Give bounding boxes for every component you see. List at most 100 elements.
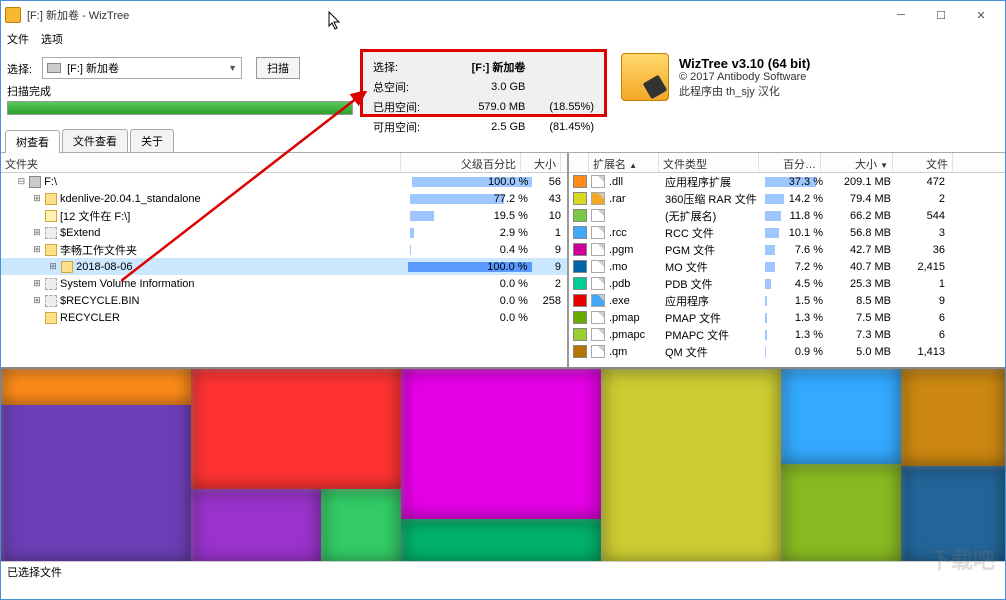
col-ext[interactable]: 扩展名 ▲ xyxy=(589,153,659,172)
treemap-block[interactable] xyxy=(781,464,901,561)
file-icon xyxy=(591,192,605,205)
status-bar: 已选择文件 xyxy=(1,561,1005,581)
extension-row[interactable]: .qmQM 文件0.9 %5.0 MB1,413 xyxy=(569,343,1005,360)
scan-progress xyxy=(7,101,353,115)
tree-row[interactable]: ⊟F:\100.0 %56 xyxy=(1,173,567,190)
product-name: WizTree v3.10 (64 bit) xyxy=(679,56,810,71)
folder-icon xyxy=(45,312,57,324)
expander-icon[interactable]: ⊞ xyxy=(32,244,41,255)
col-size[interactable]: 大小 xyxy=(521,153,561,172)
minimize-button[interactable]: ─ xyxy=(881,4,921,26)
folder-icon xyxy=(45,244,57,256)
folder-icon xyxy=(45,193,57,205)
file-icon xyxy=(591,226,605,239)
col-files[interactable]: 文件 xyxy=(893,153,953,172)
tree-row[interactable]: ⊞2018-08-06100.0 %9 xyxy=(1,258,567,275)
treemap-block[interactable] xyxy=(321,489,401,561)
tab-about[interactable]: 关于 xyxy=(130,129,174,152)
col-parent-pct[interactable]: 父级百分比 xyxy=(401,153,521,172)
tree-row[interactable]: ⊞李畅工作文件夹0.4 %9 xyxy=(1,241,567,258)
color-swatch xyxy=(573,345,587,358)
system-folder-icon xyxy=(45,295,57,307)
tree-item-name: F:\ xyxy=(44,176,412,188)
maximize-button[interactable]: ☐ xyxy=(921,4,961,26)
file-icon xyxy=(591,175,605,188)
close-button[interactable]: ✕ xyxy=(961,4,1001,26)
treemap-block[interactable] xyxy=(1,369,191,405)
product-copyright: © 2017 Antibody Software xyxy=(679,71,810,83)
app-icon xyxy=(5,7,21,23)
extension-row[interactable]: .pdbPDB 文件4.5 %25.3 MB1 xyxy=(569,275,1005,292)
tree-row[interactable]: ⊞System Volume Information0.0 %2 xyxy=(1,275,567,292)
tree-row[interactable]: [12 文件在 F:\]19.5 %10 xyxy=(1,207,567,224)
color-swatch xyxy=(573,260,587,273)
treemap-block[interactable] xyxy=(401,369,601,519)
status-text: 已选择文件 xyxy=(7,564,62,580)
treemap-block[interactable] xyxy=(401,519,601,561)
tree-item-name: [12 文件在 F:\] xyxy=(60,208,410,224)
expander-icon[interactable]: ⊞ xyxy=(32,278,41,289)
extension-row[interactable]: .pmapcPMAPC 文件1.3 %7.3 MB6 xyxy=(569,326,1005,343)
extension-pane: 扩展名 ▲ 文件类型 百分… 大小 ▼ 文件 .dll应用程序扩展37.3 %2… xyxy=(569,153,1005,367)
tree-item-name: 李畅工作文件夹 xyxy=(60,242,410,258)
treemap[interactable] xyxy=(1,367,1005,561)
select-drive-label: 选择: xyxy=(7,53,32,77)
extension-row[interactable]: .dll应用程序扩展37.3 %209.1 MB472 xyxy=(569,173,1005,190)
extension-row[interactable]: .rar360压缩 RAR 文件14.2 %79.4 MB2 xyxy=(569,190,1005,207)
tree-row[interactable]: RECYCLER0.0 % xyxy=(1,309,567,326)
color-swatch xyxy=(573,328,587,341)
menu-options[interactable]: 选项 xyxy=(41,31,63,47)
extension-row[interactable]: .pgmPGM 文件7.6 %42.7 MB36 xyxy=(569,241,1005,258)
drive-select[interactable]: [F:] 新加卷 ▼ xyxy=(42,57,242,79)
treemap-block[interactable] xyxy=(781,369,901,464)
expander-icon[interactable]: ⊟ xyxy=(17,176,26,187)
col-folder[interactable]: 文件夹 xyxy=(1,153,401,172)
tree-row[interactable]: ⊞$RECYCLE.BIN0.0 %258 xyxy=(1,292,567,309)
scan-button[interactable]: 扫描 xyxy=(256,57,300,79)
color-swatch xyxy=(573,175,587,188)
tree-row[interactable]: ⊞kdenlive-20.04.1_standalone77.2 %43 xyxy=(1,190,567,207)
color-swatch xyxy=(573,226,587,239)
expander-icon[interactable]: ⊞ xyxy=(32,295,41,306)
expander-icon[interactable]: ⊞ xyxy=(32,193,41,204)
system-folder-icon xyxy=(45,227,57,239)
extension-row[interactable]: .exe应用程序1.5 %8.5 MB9 xyxy=(569,292,1005,309)
tree-row[interactable]: ⊞$Extend2.9 %1 xyxy=(1,224,567,241)
tree-item-name: $Extend xyxy=(60,227,410,239)
color-swatch xyxy=(573,243,587,256)
file-icon xyxy=(591,311,605,324)
product-credit: 此程序由 th_sjy 汉化 xyxy=(679,83,810,99)
extension-row[interactable]: .pmapPMAP 文件1.3 %7.5 MB6 xyxy=(569,309,1005,326)
treemap-block[interactable] xyxy=(191,489,321,561)
wiztree-logo-icon xyxy=(621,53,669,101)
title-bar: [F:] 新加卷 - WizTree ─ ☐ ✕ xyxy=(1,1,1005,29)
tree-item-name: kdenlive-20.04.1_standalone xyxy=(60,193,410,205)
extension-row[interactable]: .moMO 文件7.2 %40.7 MB2,415 xyxy=(569,258,1005,275)
extension-row[interactable]: (无扩展名)11.8 %66.2 MB544 xyxy=(569,207,1005,224)
treemap-block[interactable] xyxy=(601,369,781,561)
tree-item-name: $RECYCLE.BIN xyxy=(60,295,410,307)
treemap-block[interactable] xyxy=(191,369,401,489)
disk-info-panel: 选择:[F:] 新加卷 总空间:3.0 GB 已用空间:579.0 MB(18.… xyxy=(360,49,607,117)
file-icon xyxy=(591,277,605,290)
folder-tree-pane: 文件夹 父级百分比 大小 ⊟F:\100.0 %56⊞kdenlive-20.0… xyxy=(1,153,569,367)
file-icon xyxy=(591,243,605,256)
file-icon xyxy=(591,345,605,358)
treemap-block[interactable] xyxy=(901,369,1005,466)
expander-icon[interactable]: ⊞ xyxy=(48,261,58,272)
extension-row[interactable]: .rccRCC 文件10.1 %56.8 MB3 xyxy=(569,224,1005,241)
menu-file[interactable]: 文件 xyxy=(7,31,29,47)
col-pct[interactable]: 百分… xyxy=(759,153,821,172)
expander-icon[interactable]: ⊞ xyxy=(32,227,41,238)
hdd-icon xyxy=(47,63,61,73)
scan-status: 扫描完成 xyxy=(7,83,51,99)
col-filetype[interactable]: 文件类型 xyxy=(659,153,759,172)
tab-file-view[interactable]: 文件查看 xyxy=(62,129,128,152)
file-icon xyxy=(591,260,605,273)
tree-item-name: RECYCLER xyxy=(60,312,410,324)
col-ext-size[interactable]: 大小 ▼ xyxy=(821,153,893,172)
treemap-block[interactable] xyxy=(901,466,1005,561)
tab-tree-view[interactable]: 树查看 xyxy=(5,130,60,153)
menu-bar: 文件 选项 xyxy=(1,29,1005,49)
system-folder-icon xyxy=(45,278,57,290)
